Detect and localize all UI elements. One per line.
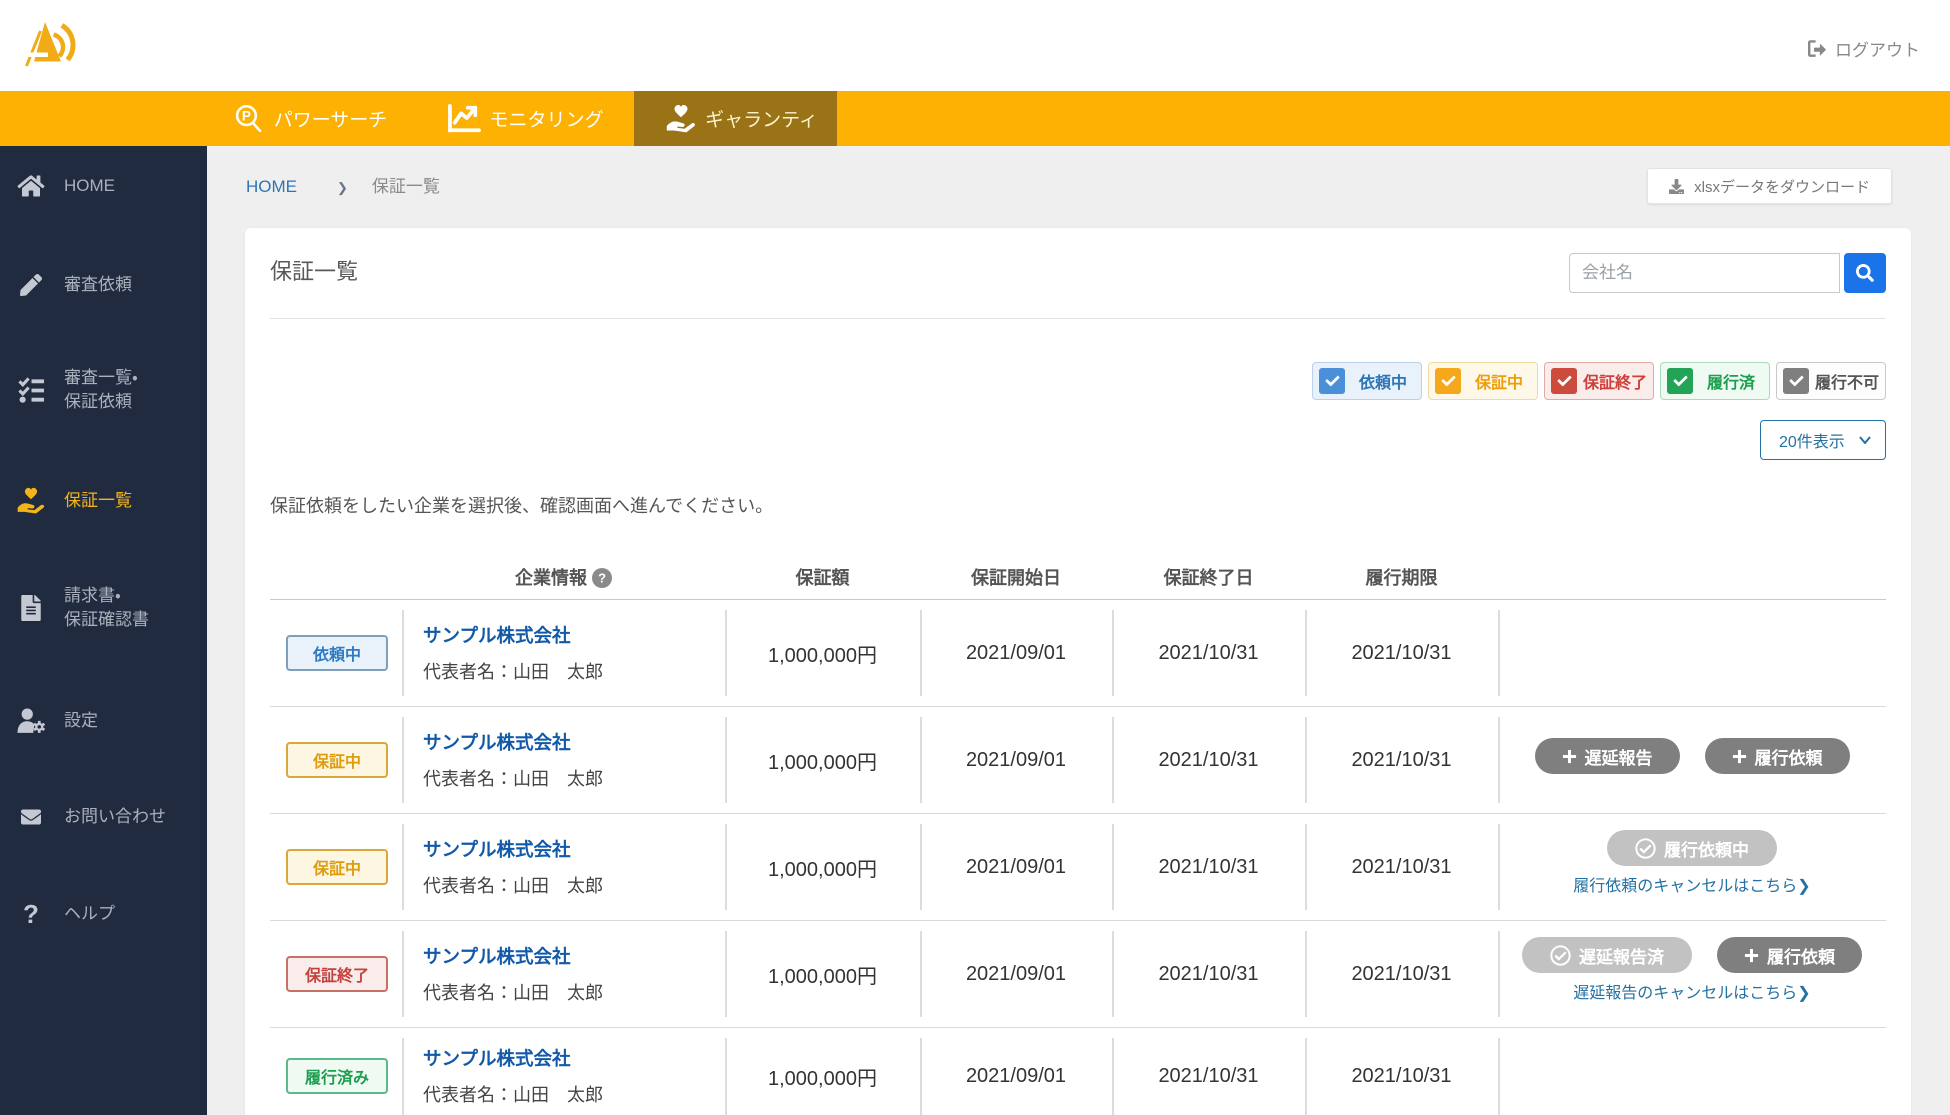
svg-text:P: P bbox=[242, 108, 251, 123]
svg-text:?: ? bbox=[598, 570, 606, 585]
